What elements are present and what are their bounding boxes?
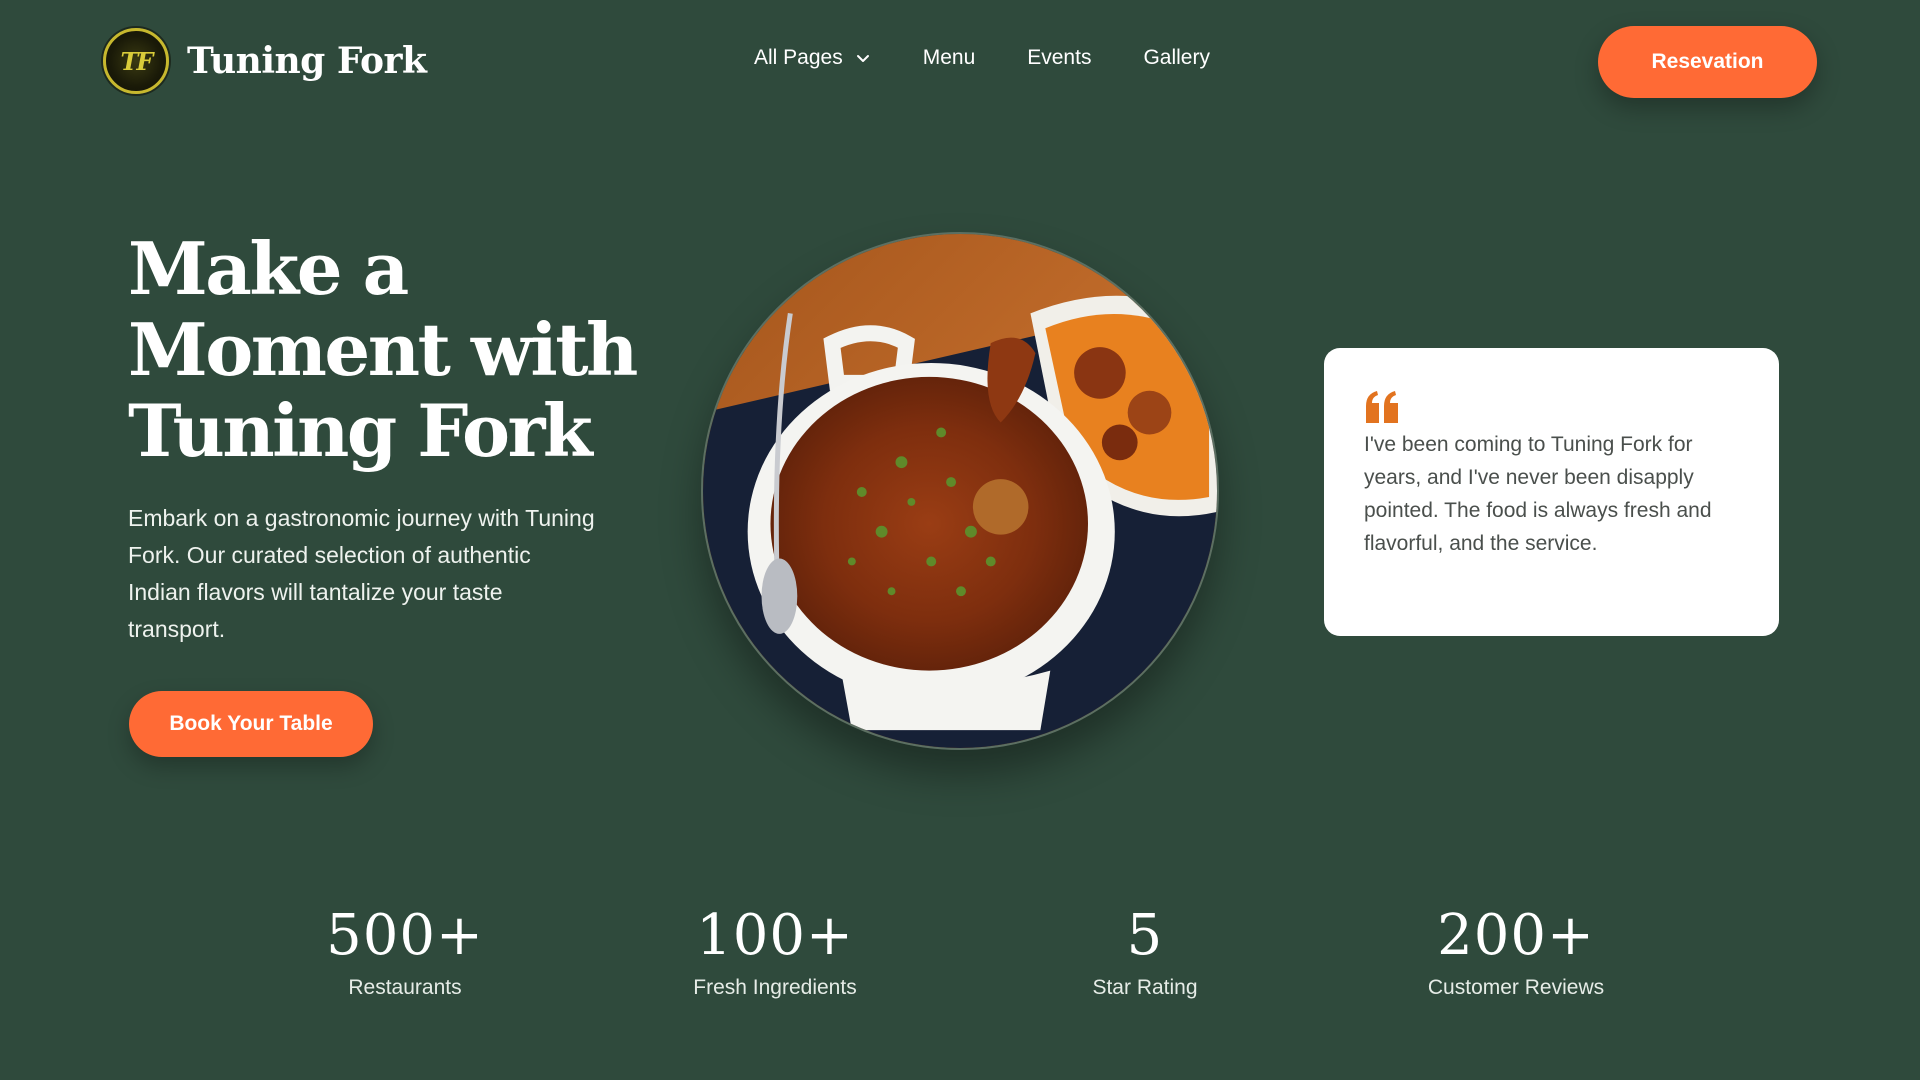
nav-item-all-pages[interactable]: All Pages bbox=[754, 46, 871, 70]
reservation-button[interactable]: Resevation bbox=[1598, 26, 1817, 98]
main-nav: All Pages Menu Events Gallery bbox=[754, 46, 1210, 70]
hero-title-line: Tuning Fork bbox=[128, 388, 593, 473]
page: TF Tuning Fork All Pages Menu Events Gal… bbox=[0, 0, 1920, 1080]
nav-item-menu[interactable]: Menu bbox=[923, 46, 976, 70]
stat-star-rating: 5 Star Rating bbox=[995, 900, 1295, 1000]
curry-bowl-illustration bbox=[703, 234, 1217, 748]
logo-initials: TF bbox=[120, 46, 154, 76]
nav-item-label: Menu bbox=[922, 46, 976, 69]
stat-value: 100+ bbox=[696, 903, 854, 968]
hero-title-line: Moment with bbox=[128, 307, 638, 392]
stat-customer-reviews: 200+ Customer Reviews bbox=[1366, 900, 1666, 1000]
brand-name: Tuning Fork bbox=[187, 40, 427, 82]
quote-icon bbox=[1366, 391, 1398, 423]
stat-restaurants: 500+ Restaurants bbox=[255, 900, 555, 1000]
brand-logo[interactable]: TF Tuning Fork bbox=[103, 28, 427, 94]
stat-label: Customer Reviews bbox=[1427, 976, 1605, 999]
hero-title: Make a Moment with Tuning Fork bbox=[128, 228, 648, 471]
testimonial-text: I've been coming to Tuning Fork for year… bbox=[1364, 433, 1712, 555]
testimonial-card: I've been coming to Tuning Fork for year… bbox=[1324, 348, 1779, 636]
hero-title-line: Make a bbox=[128, 226, 409, 311]
stat-label: Star Rating bbox=[1092, 976, 1198, 999]
stat-value: 200+ bbox=[1437, 903, 1595, 968]
nav-item-label: Gallery bbox=[1143, 46, 1210, 69]
book-table-button[interactable]: Book Your Table bbox=[129, 691, 373, 757]
nav-item-label: All Pages bbox=[754, 46, 843, 69]
nav-item-label: Events bbox=[1027, 46, 1092, 69]
logo-emblem-icon: TF bbox=[103, 28, 169, 94]
nav-item-events[interactable]: Events bbox=[1027, 46, 1091, 70]
stat-label: Fresh Ingredients bbox=[693, 976, 857, 999]
stat-value: 500+ bbox=[326, 903, 484, 968]
stat-fresh-ingredients: 100+ Fresh Ingredients bbox=[625, 900, 925, 1000]
hero-description: Embark on a gastronomic journey with Tun… bbox=[128, 505, 595, 642]
food-image bbox=[701, 232, 1219, 750]
chevron-down-icon bbox=[856, 55, 869, 62]
stat-label: Restaurants bbox=[348, 976, 462, 999]
nav-item-gallery[interactable]: Gallery bbox=[1143, 46, 1210, 70]
stat-value: 5 bbox=[1126, 903, 1164, 968]
